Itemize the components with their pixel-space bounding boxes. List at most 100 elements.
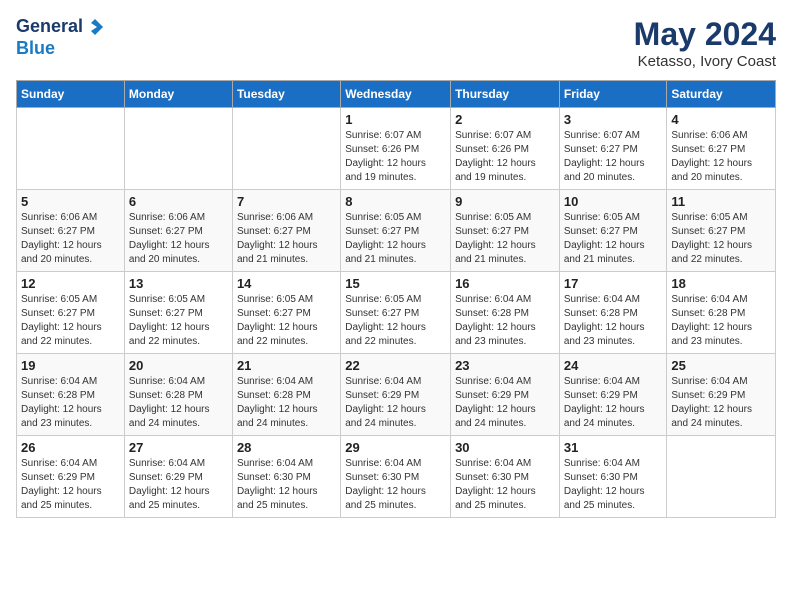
calendar-day-cell: 9 Sunrise: 6:05 AM Sunset: 6:27 PM Daylig… [451,190,560,272]
day-info: Sunrise: 6:05 AM Sunset: 6:27 PM Dayligh… [345,211,446,267]
day-number: 18 [671,276,771,291]
day-number: 20 [129,358,228,373]
header-tuesday: Tuesday [232,81,340,108]
day-number: 9 [455,194,555,209]
calendar-day-cell: 17 Sunrise: 6:04 AM Sunset: 6:28 PM Dayli… [559,272,667,354]
calendar-day-cell: 7Sunrise: 6:06 AM Sunset: 6:27 PM Daylig… [232,190,340,272]
calendar-day-cell: 24 Sunrise: 6:04 AM Sunset: 6:29 PM Dayli… [559,354,667,436]
calendar-header-row: Sunday Monday Tuesday Wednesday Thursday… [17,81,776,108]
calendar-day-cell: 19 Sunrise: 6:04 AM Sunset: 6:28 PM Dayli… [17,354,125,436]
calendar-week-row: 1 Sunrise: 6:07 AM Sunset: 6:26 PM Daylig… [17,108,776,190]
calendar-day-cell: 28 Sunrise: 6:04 AM Sunset: 6:30 PM Dayli… [232,436,340,518]
calendar-week-row: 5 Sunrise: 6:06 AM Sunset: 6:27 PM Daylig… [17,190,776,272]
calendar-day-cell: 5 Sunrise: 6:06 AM Sunset: 6:27 PM Daylig… [17,190,125,272]
day-number: 16 [455,276,555,291]
day-number: 5 [21,194,120,209]
day-number: 10 [564,194,663,209]
day-info: Sunrise: 6:06 AM Sunset: 6:27 PM Dayligh… [129,211,228,267]
calendar-day-cell [124,108,232,190]
day-info: Sunrise: 6:07 AM Sunset: 6:27 PM Dayligh… [564,129,663,185]
day-number: 25 [671,358,771,373]
day-info: Sunrise: 6:04 AM Sunset: 6:30 PM Dayligh… [237,457,336,513]
day-info: Sunrise: 6:06 AM Sunset: 6:27 PM Dayligh… [671,129,771,185]
day-number: 8 [345,194,446,209]
day-info: Sunrise: 6:05 AM Sunset: 6:27 PM Dayligh… [671,211,771,267]
day-info: Sunrise: 6:04 AM Sunset: 6:29 PM Dayligh… [455,375,555,431]
calendar-day-cell [17,108,125,190]
day-info: Sunrise: 6:05 AM Sunset: 6:27 PM Dayligh… [21,293,120,349]
day-info: Sunrise: 6:04 AM Sunset: 6:30 PM Dayligh… [455,457,555,513]
day-number: 29 [345,440,446,455]
header-saturday: Saturday [667,81,776,108]
day-number: 19 [21,358,120,373]
calendar-day-cell: 4 Sunrise: 6:06 AM Sunset: 6:27 PM Daylig… [667,108,776,190]
day-number: 30 [455,440,555,455]
day-number: 3 [564,112,663,127]
page-header: General Blue May 2024 Ketasso, Ivory Coa… [16,16,776,70]
calendar-day-cell: 13Sunrise: 6:05 AM Sunset: 6:27 PM Dayli… [124,272,232,354]
calendar-day-cell: 27Sunrise: 6:04 AM Sunset: 6:29 PM Dayli… [124,436,232,518]
day-info: Sunrise: 6:05 AM Sunset: 6:27 PM Dayligh… [345,293,446,349]
calendar-day-cell: 25 Sunrise: 6:04 AM Sunset: 6:29 PM Dayli… [667,354,776,436]
calendar-day-cell: 15 Sunrise: 6:05 AM Sunset: 6:27 PM Dayli… [341,272,451,354]
header-wednesday: Wednesday [341,81,451,108]
calendar-day-cell: 26 Sunrise: 6:04 AM Sunset: 6:29 PM Dayli… [17,436,125,518]
logo-icon [85,17,105,37]
day-number: 31 [564,440,663,455]
day-number: 11 [671,194,771,209]
calendar-week-row: 12 Sunrise: 6:05 AM Sunset: 6:27 PM Dayli… [17,272,776,354]
day-info: Sunrise: 6:07 AM Sunset: 6:26 PM Dayligh… [345,129,446,185]
day-number: 12 [21,276,120,291]
day-info: Sunrise: 6:04 AM Sunset: 6:28 PM Dayligh… [671,293,771,349]
day-info: Sunrise: 6:04 AM Sunset: 6:29 PM Dayligh… [671,375,771,431]
day-number: 1 [345,112,446,127]
calendar-day-cell: 30 Sunrise: 6:04 AM Sunset: 6:30 PM Dayli… [451,436,560,518]
day-number: 23 [455,358,555,373]
day-number: 2 [455,112,555,127]
calendar-day-cell: 2 Sunrise: 6:07 AM Sunset: 6:26 PM Daylig… [451,108,560,190]
day-number: 26 [21,440,120,455]
day-info: Sunrise: 6:05 AM Sunset: 6:27 PM Dayligh… [129,293,228,349]
day-number: 6 [129,194,228,209]
day-info: Sunrise: 6:04 AM Sunset: 6:28 PM Dayligh… [455,293,555,349]
day-info: Sunrise: 6:04 AM Sunset: 6:29 PM Dayligh… [21,457,120,513]
calendar-day-cell: 18 Sunrise: 6:04 AM Sunset: 6:28 PM Dayli… [667,272,776,354]
calendar-day-cell: 22Sunrise: 6:04 AM Sunset: 6:29 PM Dayli… [341,354,451,436]
calendar-day-cell: 23 Sunrise: 6:04 AM Sunset: 6:29 PM Dayli… [451,354,560,436]
calendar-day-cell: 11 Sunrise: 6:05 AM Sunset: 6:27 PM Dayli… [667,190,776,272]
day-info: Sunrise: 6:04 AM Sunset: 6:30 PM Dayligh… [564,457,663,513]
day-info: Sunrise: 6:04 AM Sunset: 6:28 PM Dayligh… [129,375,228,431]
header-monday: Monday [124,81,232,108]
calendar-day-cell: 31 Sunrise: 6:04 AM Sunset: 6:30 PM Dayli… [559,436,667,518]
day-info: Sunrise: 6:04 AM Sunset: 6:29 PM Dayligh… [345,375,446,431]
day-info: Sunrise: 6:04 AM Sunset: 6:29 PM Dayligh… [129,457,228,513]
calendar-day-cell: 8 Sunrise: 6:05 AM Sunset: 6:27 PM Daylig… [341,190,451,272]
calendar-day-cell: 3 Sunrise: 6:07 AM Sunset: 6:27 PM Daylig… [559,108,667,190]
calendar-day-cell: 6 Sunrise: 6:06 AM Sunset: 6:27 PM Daylig… [124,190,232,272]
day-number: 24 [564,358,663,373]
calendar-day-cell [667,436,776,518]
logo-general-text: General [16,16,83,38]
month-year: May 2024 [634,16,776,53]
day-number: 21 [237,358,336,373]
day-info: Sunrise: 6:07 AM Sunset: 6:26 PM Dayligh… [455,129,555,185]
day-number: 14 [237,276,336,291]
day-number: 17 [564,276,663,291]
calendar-day-cell: 29Sunrise: 6:04 AM Sunset: 6:30 PM Dayli… [341,436,451,518]
calendar-day-cell: 12 Sunrise: 6:05 AM Sunset: 6:27 PM Dayli… [17,272,125,354]
day-number: 28 [237,440,336,455]
day-number: 15 [345,276,446,291]
day-number: 4 [671,112,771,127]
day-info: Sunrise: 6:05 AM Sunset: 6:27 PM Dayligh… [564,211,663,267]
title-block: May 2024 Ketasso, Ivory Coast [634,16,776,70]
day-info: Sunrise: 6:05 AM Sunset: 6:27 PM Dayligh… [455,211,555,267]
day-info: Sunrise: 6:04 AM Sunset: 6:28 PM Dayligh… [21,375,120,431]
day-info: Sunrise: 6:04 AM Sunset: 6:28 PM Dayligh… [564,293,663,349]
calendar-table: Sunday Monday Tuesday Wednesday Thursday… [16,80,776,518]
logo: General Blue [16,16,105,59]
logo-blue-text: Blue [16,38,105,60]
calendar-day-cell: 21Sunrise: 6:04 AM Sunset: 6:28 PM Dayli… [232,354,340,436]
day-info: Sunrise: 6:04 AM Sunset: 6:29 PM Dayligh… [564,375,663,431]
day-info: Sunrise: 6:06 AM Sunset: 6:27 PM Dayligh… [21,211,120,267]
calendar-day-cell: 1 Sunrise: 6:07 AM Sunset: 6:26 PM Daylig… [341,108,451,190]
